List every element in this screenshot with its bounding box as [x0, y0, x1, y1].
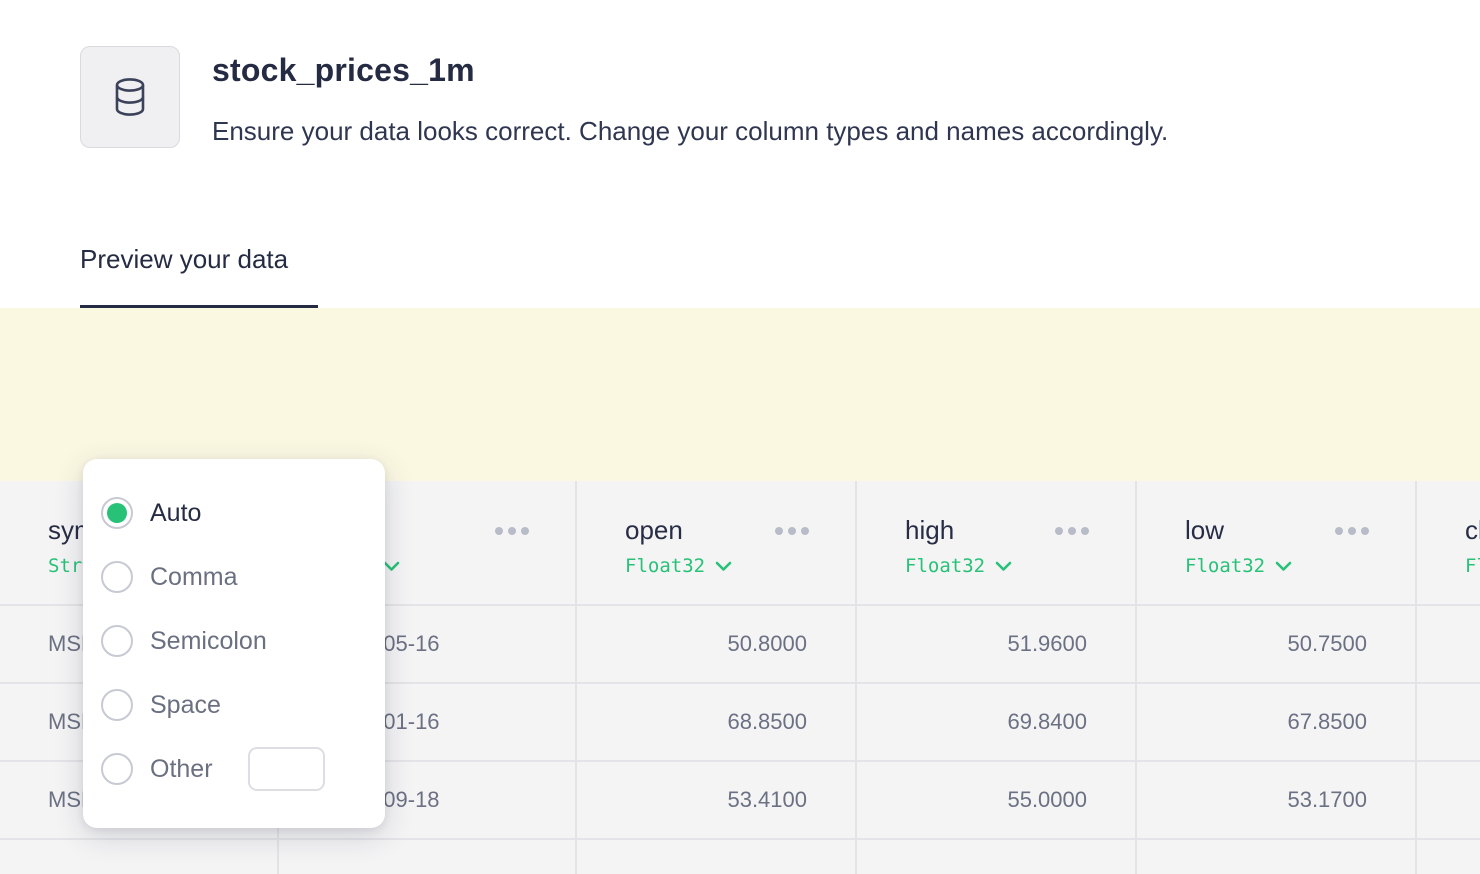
cell-low-row3: 53.1700 — [1137, 762, 1417, 838]
cell-open-row3: 53.4100 — [577, 762, 857, 838]
column-menu-icon[interactable] — [495, 527, 529, 535]
delimiter-option-label: Comma — [150, 563, 238, 592]
cell-open-row1: 50.8000 — [577, 606, 857, 682]
page-subtitle: Ensure your data looks correct. Change y… — [212, 116, 1168, 147]
radio-space-icon[interactable] — [101, 689, 133, 721]
schema-warning-banner: Check your column names and types. Schem… — [0, 308, 1480, 481]
column-name[interactable]: low — [1185, 515, 1224, 546]
column-menu-icon[interactable] — [1335, 527, 1369, 535]
delimiter-option-space[interactable]: Space — [83, 673, 385, 737]
column-type-selector[interactable]: Float32 — [1185, 555, 1369, 577]
delimiter-option-label: Other — [150, 755, 213, 784]
cell-close-row3 — [1417, 762, 1480, 838]
cell-low-row2: 67.8500 — [1137, 684, 1417, 760]
delimiter-option-label: Space — [150, 691, 221, 720]
table-row — [0, 840, 1480, 874]
database-icon — [113, 77, 147, 117]
cell-symbol-row4 — [0, 840, 279, 874]
column-type-label: Float32 — [905, 555, 985, 577]
cell-high-row1: 51.9600 — [857, 606, 1137, 682]
cell-close-row4 — [1417, 840, 1480, 874]
cell-high-row4 — [857, 840, 1137, 874]
column-name[interactable]: open — [625, 515, 683, 546]
column-header-high: high Float32 — [857, 481, 1137, 604]
tab-preview-your-data[interactable]: Preview your data — [80, 244, 288, 275]
chevron-down-icon — [715, 561, 732, 572]
column-type-label: Float32 — [1465, 555, 1480, 577]
radio-comma-icon[interactable] — [101, 561, 133, 593]
cell-date-row4 — [279, 840, 577, 874]
column-menu-icon[interactable] — [775, 527, 809, 535]
chevron-down-icon — [383, 561, 400, 572]
column-delimiter-dropdown: Auto Comma Semicolon Space Other — [83, 459, 385, 828]
column-type-label: Float32 — [1185, 555, 1265, 577]
column-header-close: close Float32 — [1417, 481, 1480, 604]
column-type-label: Float32 — [625, 555, 705, 577]
delimiter-option-label: Auto — [150, 499, 201, 528]
column-type-selector[interactable]: Float32 — [905, 555, 1089, 577]
cell-high-row2: 69.8400 — [857, 684, 1137, 760]
radio-auto-icon[interactable] — [101, 497, 133, 529]
datasource-icon-box — [80, 46, 180, 148]
page-title: stock_prices_1m — [212, 52, 475, 89]
delimiter-option-comma[interactable]: Comma — [83, 545, 385, 609]
cell-close-row1 — [1417, 606, 1480, 682]
column-type-selector[interactable]: Float32 — [625, 555, 809, 577]
cell-open-row2: 68.8500 — [577, 684, 857, 760]
other-delimiter-input[interactable] — [248, 747, 325, 791]
delimiter-option-semicolon[interactable]: Semicolon — [83, 609, 385, 673]
cell-low-row4 — [1137, 840, 1417, 874]
delimiter-option-auto[interactable]: Auto — [83, 481, 385, 545]
cell-high-row3: 55.0000 — [857, 762, 1137, 838]
column-name[interactable]: high — [905, 515, 954, 546]
delimiter-option-label: Semicolon — [150, 627, 267, 656]
datasource-import-page: stock_prices_1m Ensure your data looks c… — [0, 0, 1480, 874]
radio-other-icon[interactable] — [101, 753, 133, 785]
column-name[interactable]: close — [1465, 515, 1480, 546]
chevron-down-icon — [1275, 561, 1292, 572]
column-type-selector[interactable]: Float32 — [1465, 555, 1480, 577]
cell-low-row1: 50.7500 — [1137, 606, 1417, 682]
cell-open-row4 — [577, 840, 857, 874]
delimiter-option-other[interactable]: Other — [83, 737, 385, 801]
radio-semicolon-icon[interactable] — [101, 625, 133, 657]
column-menu-icon[interactable] — [1055, 527, 1089, 535]
column-header-open: open Float32 — [577, 481, 857, 604]
column-header-low: low Float32 — [1137, 481, 1417, 604]
cell-close-row2 — [1417, 684, 1480, 760]
chevron-down-icon — [995, 561, 1012, 572]
